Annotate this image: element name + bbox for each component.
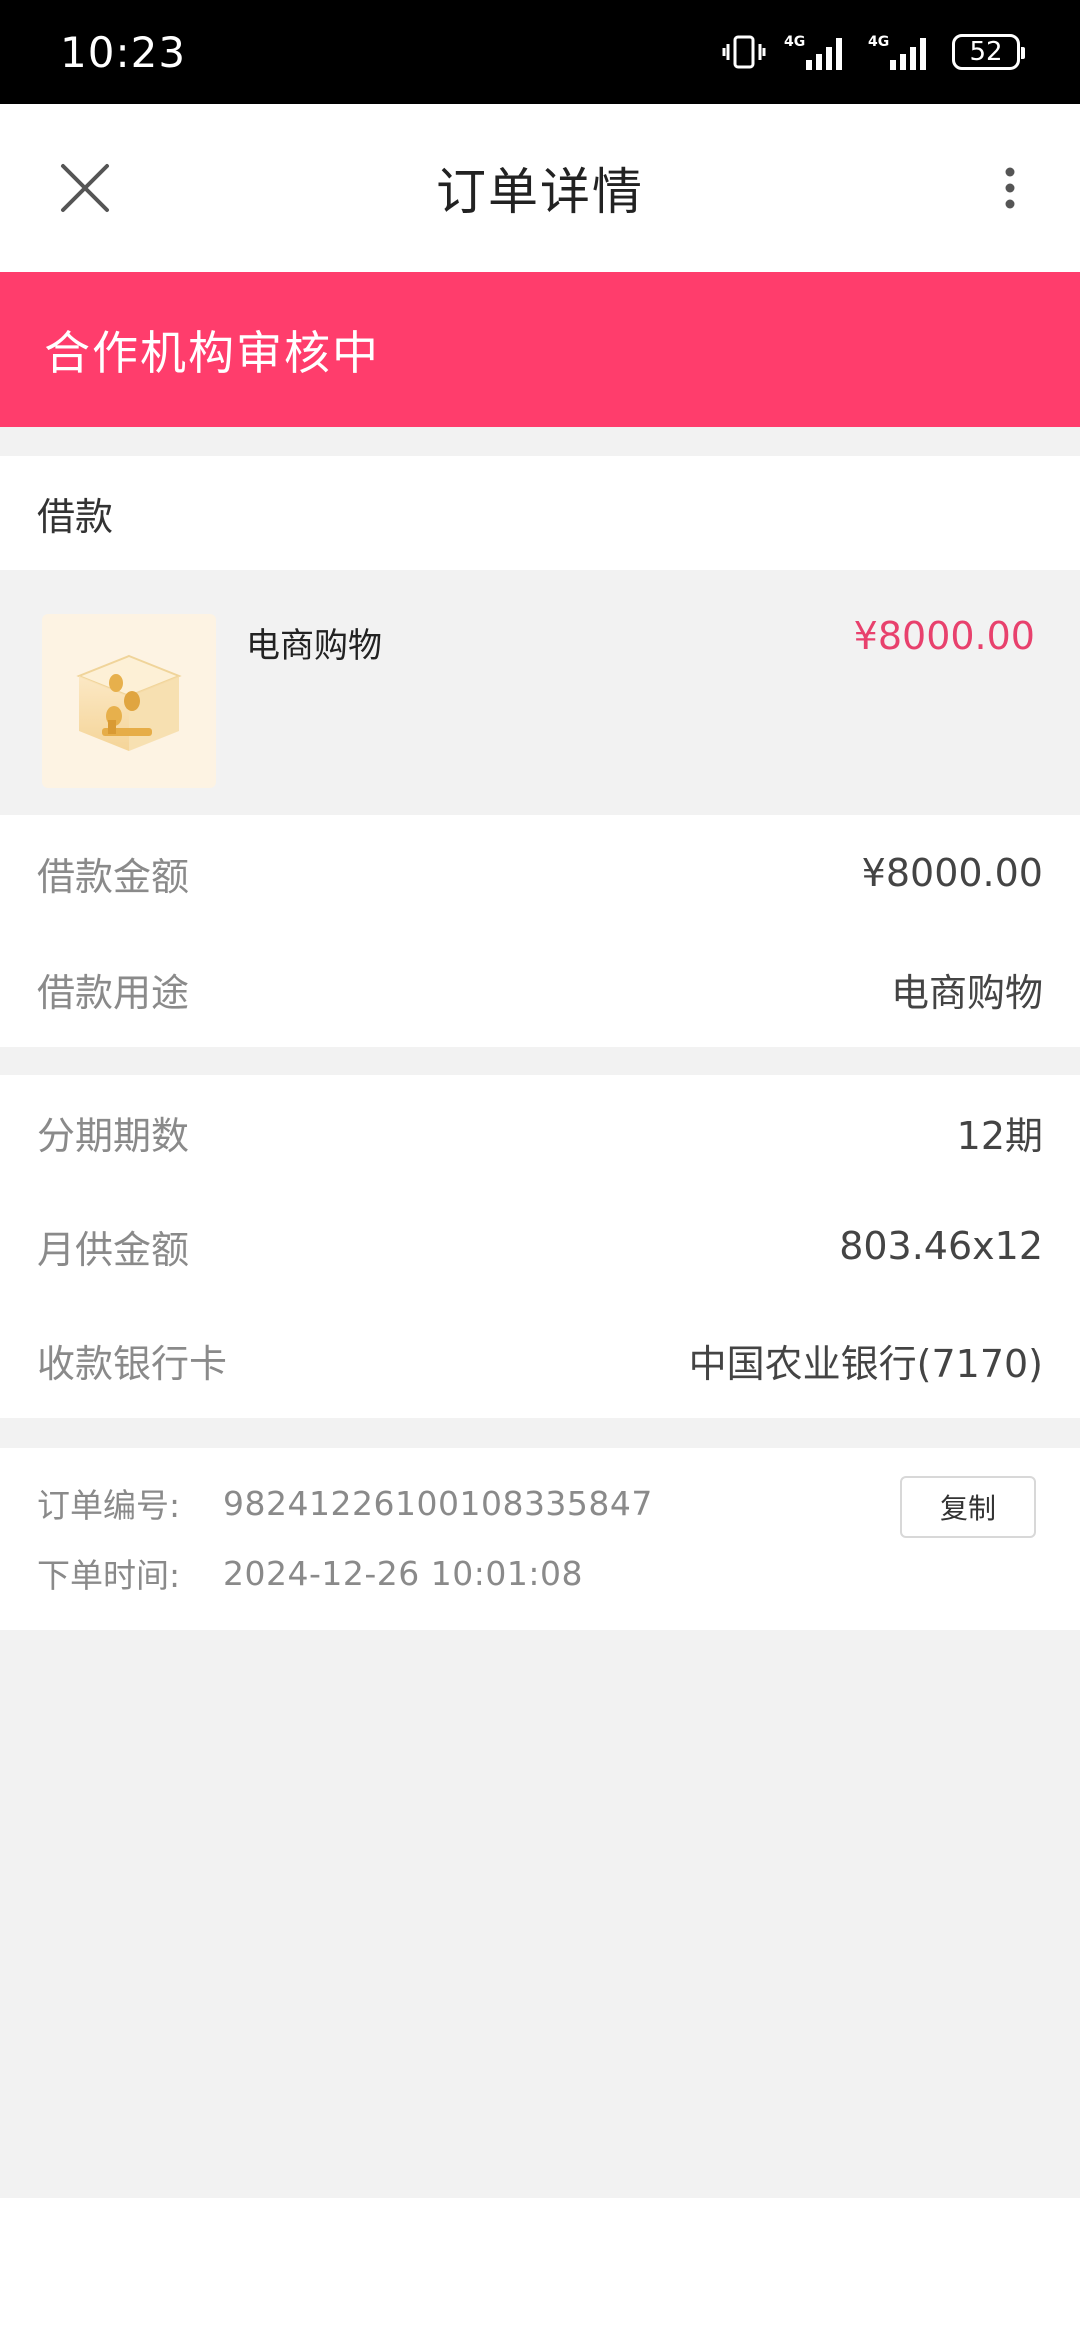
loan-details-card: 借款金额 ¥8000.00 借款用途 电商购物 [0, 815, 1080, 1047]
page-title: 订单详情 [436, 163, 644, 221]
installments-value: 12期 [956, 1113, 1043, 1158]
installments-label: 分期期数 [37, 1113, 190, 1158]
order-status-text: 合作机构审核中 [44, 325, 380, 380]
loan-section-title: 借款 [37, 494, 114, 539]
coin-box-icon [76, 654, 182, 751]
more-vertical-icon [1005, 167, 1015, 209]
product-row[interactable]: 电商购物 ¥8000.00 [0, 570, 1080, 815]
loan-purpose-row: 借款用途 电商购物 [0, 931, 1080, 1047]
monthly-payment-value: 803.46x12 [839, 1224, 1043, 1268]
signal-4g-icon-2: 4G [868, 34, 926, 70]
svg-text:4G: 4G [868, 34, 889, 50]
order-info-card: 订单编号: 9824122610010833​5847 下单时间: 2024-1… [0, 1448, 1080, 1630]
battery-level: 52 [969, 37, 1003, 67]
battery-icon: 52 [952, 34, 1025, 70]
bank-card-row[interactable]: 收款银行卡 中国农业银行(7170) [0, 1303, 1080, 1417]
vibrate-icon [722, 35, 766, 69]
order-time-line: 下单时间: 2024-12-26 10:01:08 [37, 1548, 583, 1598]
order-time-label: 下单时间: [37, 1556, 181, 1595]
close-button[interactable] [50, 153, 120, 223]
app-header: 订单详情 [0, 104, 1080, 272]
order-number-label: 订单编号: [37, 1486, 181, 1525]
order-number-line: 订单编号: 9824122610010833​5847 [37, 1478, 653, 1528]
status-bar: 10:23 4G 4G 52 [0, 0, 1080, 104]
loan-amount-value: ¥8000.00 [861, 851, 1043, 895]
svg-text:4G: 4G [784, 34, 805, 50]
status-icons: 4G 4G 52 [722, 32, 1025, 72]
installments-row: 分期期数 12期 [0, 1075, 1080, 1189]
copy-order-number-button[interactable]: 复制 [900, 1476, 1036, 1538]
product-price: ¥8000.00 [853, 614, 1035, 658]
bottom-area [0, 2198, 1080, 2340]
status-time: 10:23 [60, 27, 187, 77]
product-name: 电商购物 [246, 626, 382, 666]
bank-card-value: 中国农业银行(7170) [688, 1341, 1043, 1386]
loan-section-header: 借款 [0, 456, 1080, 570]
product-thumbnail [42, 614, 216, 788]
order-status-banner: 合作机构审核中 [0, 272, 1080, 427]
more-button[interactable] [980, 153, 1040, 223]
bank-card-label: 收款银行卡 [37, 1341, 228, 1386]
monthly-payment-row: 月供金额 803.46x12 [0, 1189, 1080, 1303]
loan-amount-label: 借款金额 [37, 854, 190, 899]
loan-amount-row: 借款金额 ¥8000.00 [0, 815, 1080, 931]
repayment-details-card: 分期期数 12期 月供金额 803.46x12 收款银行卡 中国农业银行(717… [0, 1075, 1080, 1418]
monthly-payment-label: 月供金额 [37, 1227, 190, 1272]
order-time-value: 2024-12-26 10:01:08 [223, 1553, 583, 1593]
loan-purpose-value: 电商购物 [890, 970, 1043, 1015]
signal-4g-icon: 4G [784, 34, 842, 70]
loan-purpose-label: 借款用途 [37, 970, 190, 1015]
order-number-value: 9824122610010833​5847 [223, 1483, 653, 1523]
close-icon [61, 164, 109, 212]
